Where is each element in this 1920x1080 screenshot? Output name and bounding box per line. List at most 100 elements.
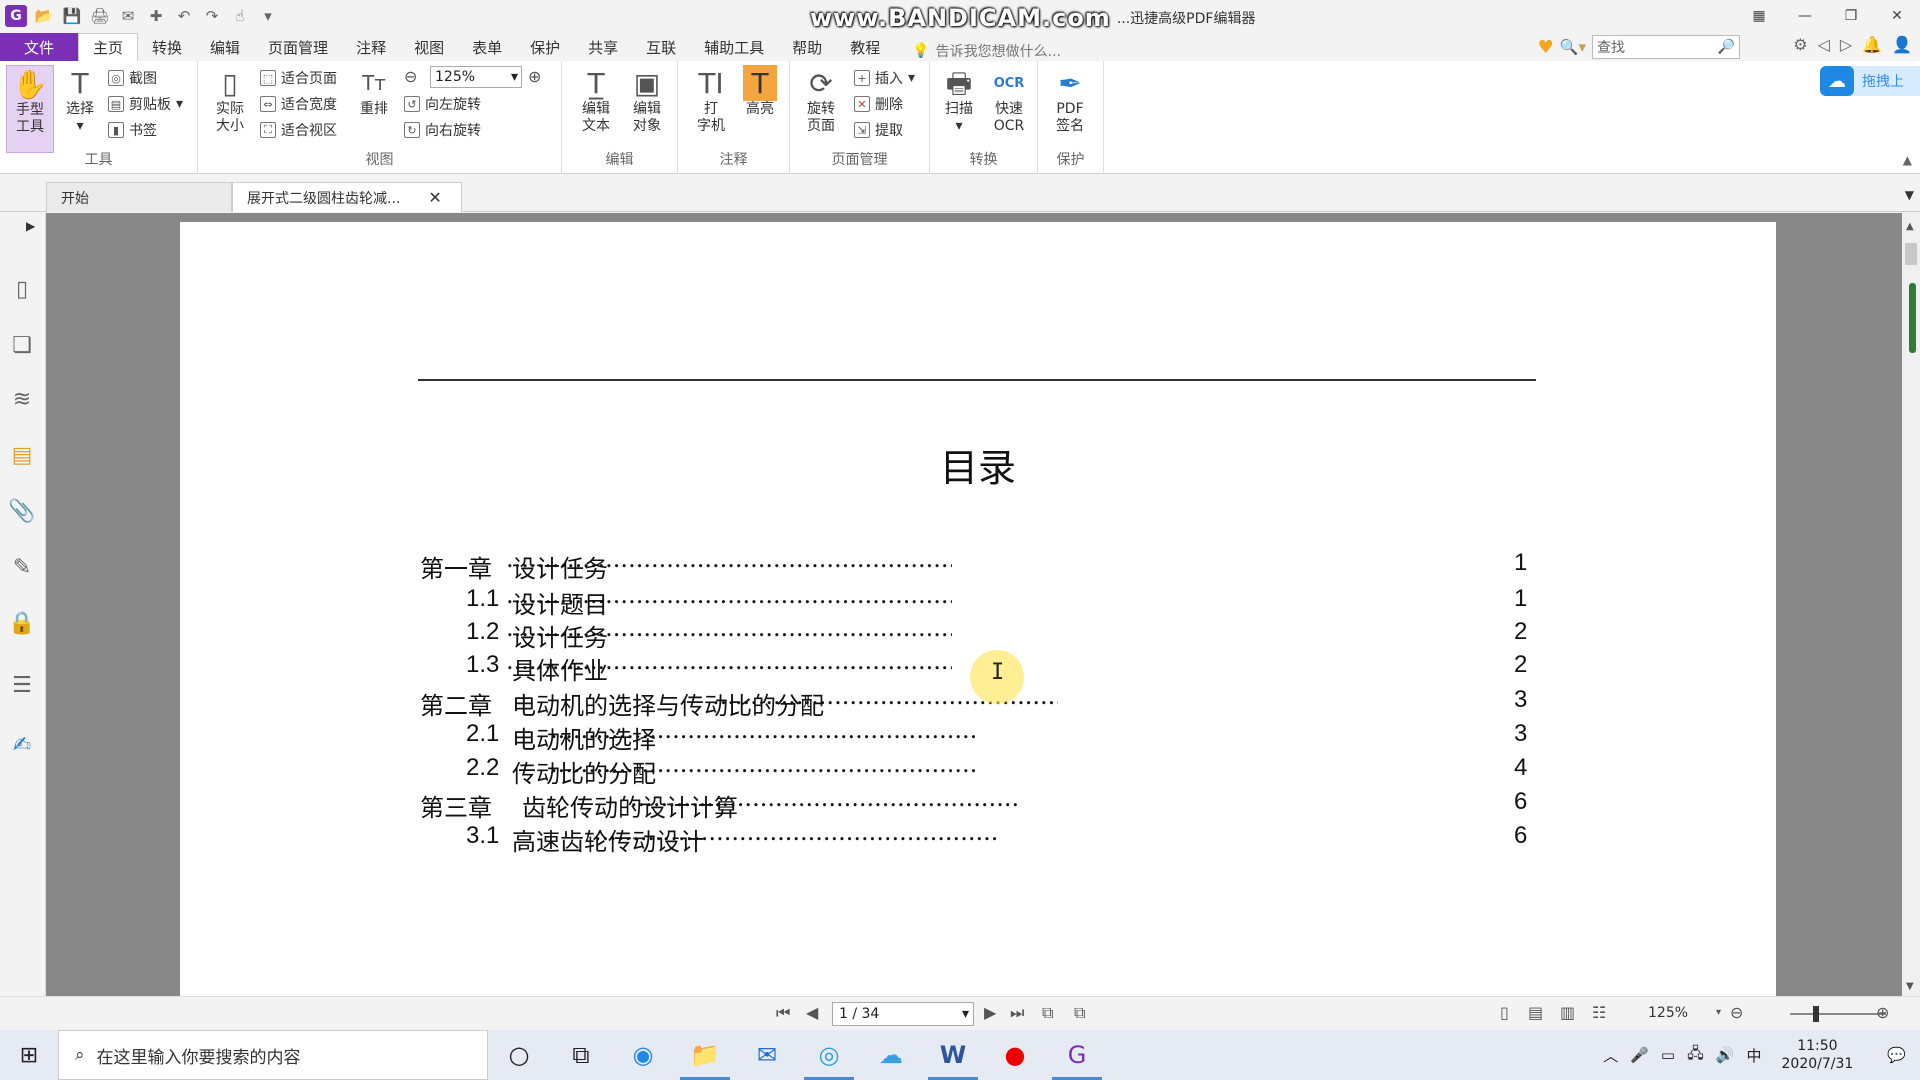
- zoom-slider[interactable]: [1790, 1013, 1886, 1015]
- scan-button[interactable]: 🖶 扫描 ▾: [938, 65, 980, 135]
- edge-icon[interactable]: ◉: [612, 1030, 674, 1080]
- clock[interactable]: 11:50 2020/7/31: [1782, 1037, 1854, 1073]
- notification-icon[interactable]: 💬: [1887, 1046, 1906, 1064]
- edit-object-button[interactable]: ▣ 编辑 对象: [624, 65, 670, 135]
- page-number-select[interactable]: 1 / 34 ▾: [832, 1002, 974, 1026]
- continuous-page-icon[interactable]: ▤: [1528, 1003, 1543, 1022]
- open-folder-icon[interactable]: 📂: [33, 5, 55, 27]
- tab-form[interactable]: 表单: [458, 33, 516, 61]
- bookmark-button[interactable]: ▮ 书签: [108, 119, 157, 141]
- highlight-button[interactable]: T 高亮: [738, 65, 782, 118]
- bell-icon[interactable]: 🔔: [1862, 35, 1882, 54]
- heart-icon[interactable]: ♥: [1538, 37, 1554, 58]
- ime-indicator[interactable]: 中: [1747, 1045, 1762, 1066]
- search-input[interactable]: 查找 🔎: [1592, 35, 1740, 59]
- word-icon[interactable]: W: [922, 1030, 984, 1080]
- undo-icon[interactable]: ↶: [173, 5, 195, 27]
- select-button[interactable]: T 选择 ▾: [60, 65, 100, 135]
- battery-icon[interactable]: ▭: [1661, 1046, 1675, 1064]
- typewriter-button[interactable]: TI 打 字机: [690, 65, 732, 135]
- taskbar-search[interactable]: ⌕ 在这里输入你要搜索的内容: [58, 1030, 488, 1080]
- cortana-icon[interactable]: ○: [488, 1030, 550, 1080]
- tray-chevron-icon[interactable]: ︿: [1603, 1045, 1618, 1066]
- tab-home[interactable]: 主页: [78, 33, 139, 61]
- zoom-menu-chevron-icon[interactable]: ▾: [1716, 1007, 1721, 1018]
- next-page-icon[interactable]: ▶: [984, 1003, 996, 1022]
- form-fields-icon[interactable]: ☰: [8, 671, 36, 699]
- forward-icon[interactable]: ▷: [1840, 35, 1852, 54]
- settings-icon[interactable]: ⚙: [1793, 35, 1807, 54]
- tab-document[interactable]: 展开式二级圆柱齿轮减... ✕: [232, 182, 462, 212]
- fit-view-button[interactable]: ⛶ 适合视区: [260, 119, 337, 141]
- tab-annotate[interactable]: 注释: [342, 33, 400, 61]
- cloud-upload-button[interactable]: ☁ 拖拽上: [1820, 66, 1920, 96]
- close-button[interactable]: ✕: [1874, 0, 1920, 32]
- scroll-down-icon[interactable]: ▼: [1906, 981, 1914, 992]
- tab-view[interactable]: 视图: [400, 33, 458, 61]
- find-options-icon[interactable]: 🔍▾: [1560, 38, 1586, 56]
- mail-icon[interactable]: ✉: [736, 1030, 798, 1080]
- microphone-icon[interactable]: 🎤: [1630, 1046, 1649, 1064]
- edit-text-button[interactable]: T̲ 编辑 文本: [574, 65, 618, 135]
- fit-width-button[interactable]: ⇔ 适合宽度: [260, 93, 337, 115]
- tab-tutorial[interactable]: 教程: [836, 33, 894, 61]
- pages-icon[interactable]: ❏: [8, 331, 36, 359]
- record-icon[interactable]: ●: [984, 1030, 1046, 1080]
- windows-start-icon[interactable]: ⊞: [0, 1030, 58, 1080]
- rotate-right-button[interactable]: ↻ 向右旋转: [404, 119, 481, 141]
- previous-view-icon[interactable]: ⧉: [1042, 1003, 1053, 1023]
- reflow-button[interactable]: Tт 重排: [354, 65, 394, 118]
- page-thumbnail-icon[interactable]: ▯: [8, 275, 36, 303]
- task-view-icon[interactable]: ⧉: [550, 1030, 612, 1080]
- last-page-icon[interactable]: ⏭: [1010, 1003, 1024, 1023]
- status-zoom-in-icon[interactable]: ⊕: [1876, 1003, 1889, 1022]
- tab-start[interactable]: 开始: [46, 182, 232, 212]
- zoom-out-icon[interactable]: ⊖: [404, 67, 417, 86]
- print-icon[interactable]: 🖨: [89, 5, 111, 27]
- user-icon[interactable]: 👤: [1892, 35, 1912, 54]
- redo-icon[interactable]: ↷: [201, 5, 223, 27]
- single-page-icon[interactable]: ▯: [1500, 1003, 1509, 1022]
- pdf-sign-button[interactable]: ✒ PDF 签名: [1048, 65, 1092, 135]
- next-view-icon[interactable]: ⧉: [1074, 1003, 1085, 1023]
- quick-ocr-button[interactable]: OCR 快速 OCR: [986, 65, 1032, 135]
- vertical-scrollbar[interactable]: ▲ ▼: [1902, 213, 1920, 996]
- tabs-menu-chevron-icon[interactable]: ▼: [1905, 188, 1914, 202]
- network-icon[interactable]: 🖧: [1687, 1043, 1704, 1068]
- tab-edit[interactable]: 编辑: [196, 33, 254, 61]
- extract-button[interactable]: ⇲ 提取: [854, 119, 903, 141]
- clipboard-button[interactable]: ▤ 剪贴板 ▾: [108, 93, 183, 115]
- search-icon[interactable]: 🔎: [1718, 39, 1735, 55]
- save-icon[interactable]: 💾: [61, 5, 83, 27]
- actual-size-button[interactable]: ▯ 实际 大小: [210, 65, 250, 135]
- status-zoom-out-icon[interactable]: ⊖: [1730, 1003, 1743, 1022]
- insert-button[interactable]: + 插入 ▾: [854, 67, 915, 89]
- two-continuous-icon[interactable]: ☷: [1592, 1003, 1606, 1022]
- delete-button[interactable]: ✕ 删除: [854, 93, 903, 115]
- sidebar-expand-icon[interactable]: ▶: [26, 219, 35, 233]
- cloud-app-icon[interactable]: ☁: [860, 1030, 922, 1080]
- tell-me-box[interactable]: 💡 告诉我您想做什么...: [912, 41, 1061, 61]
- customize-chevron-icon[interactable]: ▾: [257, 5, 279, 27]
- ribbon-collapse-icon[interactable]: ▲: [1903, 153, 1912, 167]
- sign-tool-icon[interactable]: ✍: [8, 731, 36, 759]
- scroll-thumb[interactable]: [1905, 243, 1917, 265]
- tab-protect[interactable]: 保护: [516, 33, 574, 61]
- close-tab-icon[interactable]: ✕: [428, 188, 441, 207]
- new-icon[interactable]: ✚: [145, 5, 167, 27]
- layers-icon[interactable]: ≋: [8, 385, 36, 413]
- zoom-select[interactable]: 125% ▾: [430, 66, 522, 88]
- rotate-left-button[interactable]: ↺ 向左旋转: [404, 93, 481, 115]
- email-icon[interactable]: ✉: [117, 5, 139, 27]
- minimize-button[interactable]: —: [1782, 0, 1828, 32]
- tab-help[interactable]: 帮助: [778, 33, 836, 61]
- pdf-editor-taskbar-icon[interactable]: G: [1046, 1030, 1108, 1080]
- signature-panel-icon[interactable]: ✎: [8, 553, 36, 581]
- browser-icon[interactable]: ◎: [798, 1030, 860, 1080]
- hand-quick-icon[interactable]: ☝: [229, 5, 251, 27]
- comments-icon[interactable]: ▤: [8, 441, 36, 469]
- status-zoom-value[interactable]: 125%: [1648, 1005, 1688, 1021]
- tab-connect[interactable]: 互联: [632, 33, 690, 61]
- prev-page-icon[interactable]: ◀: [806, 1003, 818, 1022]
- file-explorer-icon[interactable]: 📁: [674, 1030, 736, 1080]
